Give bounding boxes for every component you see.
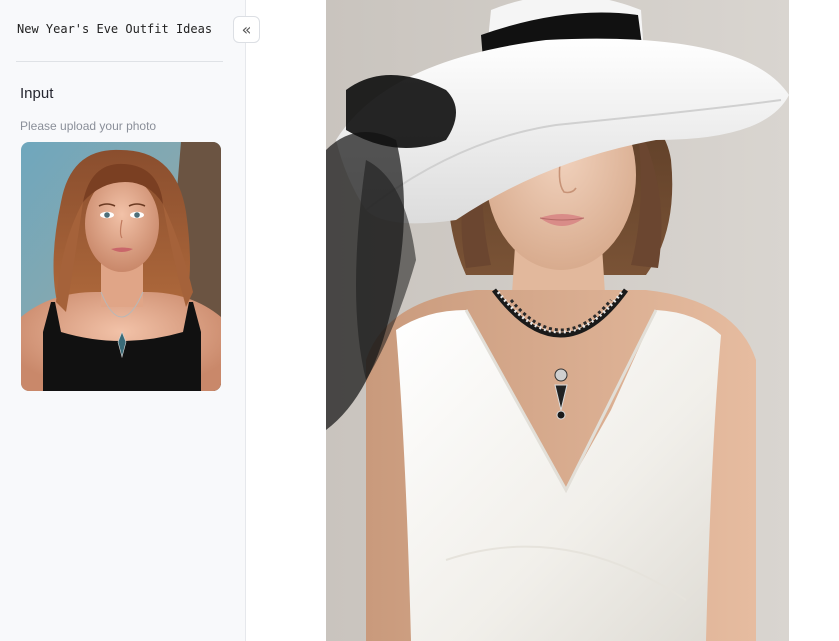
collapse-sidebar-button[interactable]: « bbox=[233, 16, 260, 43]
output-photo-image bbox=[326, 0, 789, 641]
app-window: New Year's Eve Outfit Ideas Input Please… bbox=[0, 0, 839, 641]
input-photo-image bbox=[21, 142, 221, 391]
input-heading: Input bbox=[20, 85, 54, 102]
input-photo[interactable] bbox=[21, 142, 221, 391]
output-photo bbox=[326, 0, 789, 641]
app-title: New Year's Eve Outfit Ideas bbox=[17, 22, 213, 36]
chevrons-left-icon: « bbox=[241, 20, 252, 39]
sidebar-divider bbox=[16, 61, 223, 62]
sidebar: New Year's Eve Outfit Ideas Input Please… bbox=[0, 0, 246, 641]
upload-hint: Please upload your photo bbox=[20, 119, 157, 133]
